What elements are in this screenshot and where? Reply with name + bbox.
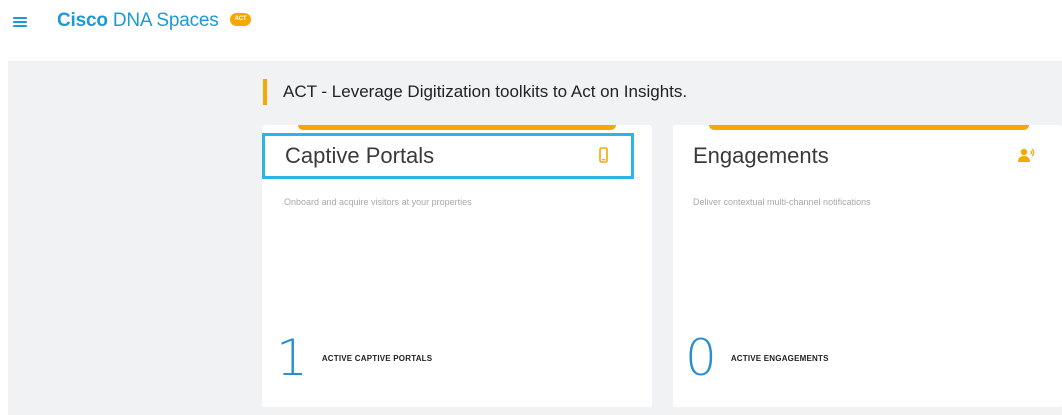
brand-name-product: DNA Spaces <box>107 10 219 31</box>
page: Cisco DNA Spaces ACT ACT - Leverage Digi… <box>0 0 1062 415</box>
stat-label: ACTIVE ENGAGEMENTS <box>730 353 829 363</box>
card-stat: 1 ACTIVE CAPTIVE PORTALS <box>276 329 433 387</box>
brand-logo[interactable]: Cisco DNA Spaces ACT <box>57 10 252 32</box>
stat-count: 0 <box>685 329 717 387</box>
card-title: Engagements <box>693 143 829 168</box>
engagements-card[interactable]: Engagements Deliver contextual multi-cha… <box>673 125 1062 407</box>
user-notification-icon <box>1017 147 1037 168</box>
card-accent-bar <box>709 125 1029 130</box>
section-title: ACT - Leverage Digitization toolkits to … <box>283 82 688 101</box>
hamburger-menu-icon[interactable] <box>13 15 29 29</box>
card-description: Onboard and acquire visitors at your pro… <box>284 197 472 207</box>
top-bar: Cisco DNA Spaces ACT <box>0 0 1062 50</box>
card-stat: 0 ACTIVE ENGAGEMENTS <box>685 329 829 387</box>
main-content: ACT - Leverage Digitization toolkits to … <box>8 61 1062 415</box>
section-heading: ACT - Leverage Digitization toolkits to … <box>263 78 687 106</box>
section-accent-bar <box>263 79 267 105</box>
stat-count: 1 <box>276 329 308 387</box>
card-description: Deliver contextual multi-channel notific… <box>693 197 871 207</box>
mobile-phone-icon <box>599 147 608 168</box>
brand-name-cisco: Cisco <box>57 10 108 31</box>
card-accent-bar <box>298 125 616 130</box>
act-badge: ACT <box>229 12 252 26</box>
stat-label: ACTIVE CAPTIVE PORTALS <box>321 353 433 363</box>
captive-portals-title-box[interactable]: Captive Portals <box>262 133 634 179</box>
engagements-title-box[interactable]: Engagements <box>673 133 1043 179</box>
captive-portals-card[interactable]: Captive Portals Onboard and acquire visi… <box>262 125 652 407</box>
card-title: Captive Portals <box>285 143 435 168</box>
